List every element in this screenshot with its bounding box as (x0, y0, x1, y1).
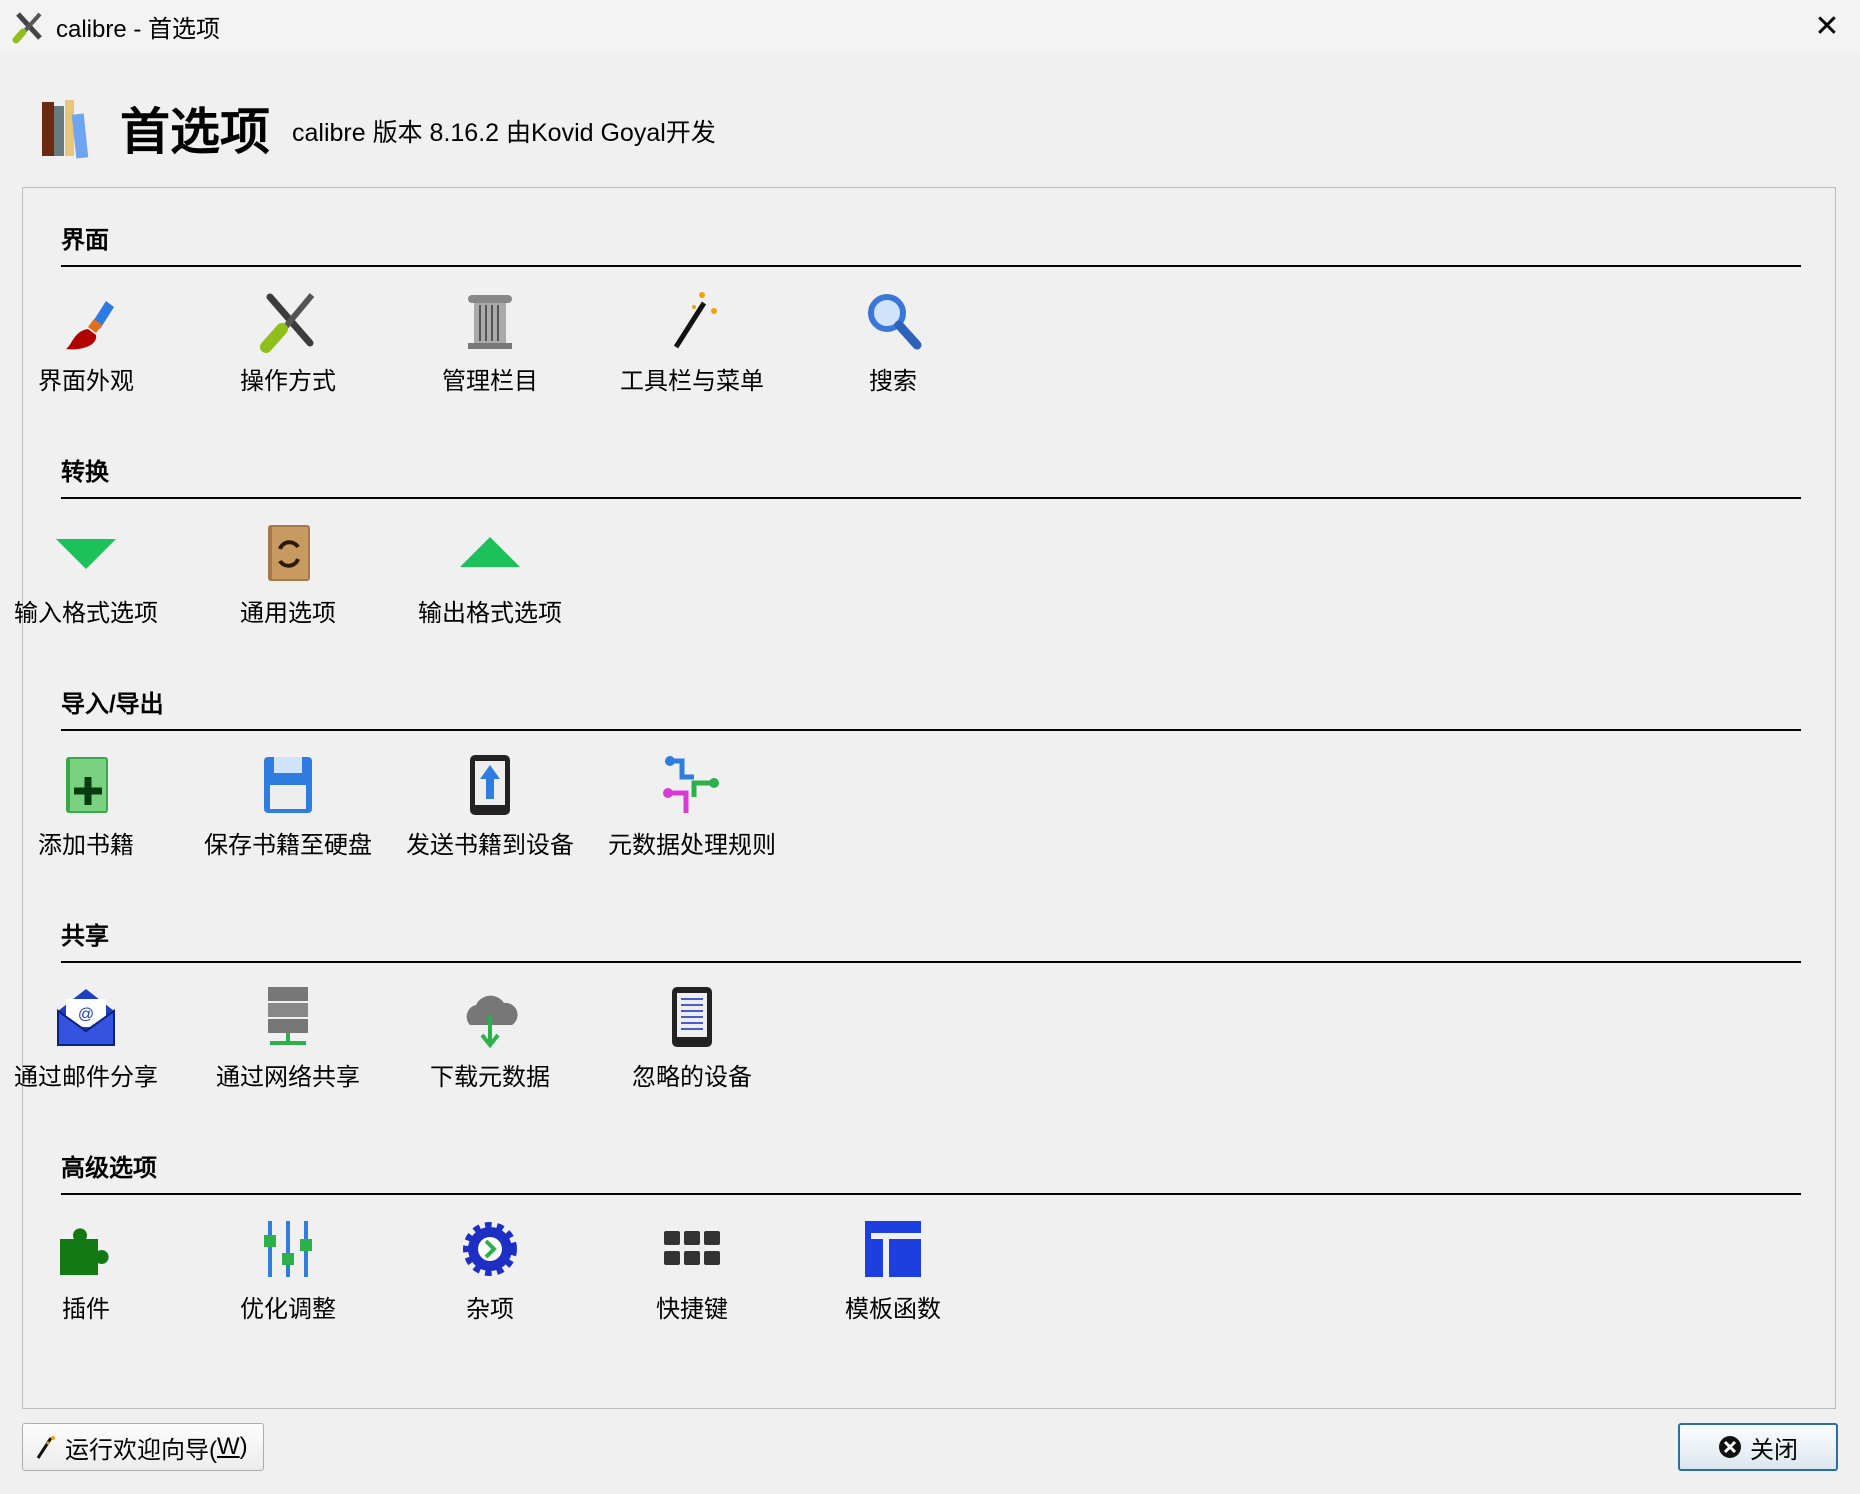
section-4: 高级选项插件 优化调整 杂项 快捷键 模板函数 (60, 1149, 1801, 1345)
wizard-shortcut: W (217, 1433, 240, 1460)
section-title: 共享 (61, 923, 109, 950)
pref-item[interactable]: 优化调整 (188, 1217, 388, 1324)
email-icon: @ (57, 989, 115, 1046)
pref-item-label: 快捷键 (656, 1296, 728, 1323)
page-header: 首选项 calibre 版本 8.16.2 由Kovid Goyal开发 (40, 92, 716, 164)
window-close-button[interactable]: ✕ (1804, 4, 1850, 48)
pref-item-label: 管理栏目 (442, 368, 538, 395)
pref-item[interactable]: 下载元数据 (390, 985, 590, 1092)
pref-item-label: 元数据处理规则 (608, 832, 776, 859)
pref-item-label: 输入格式选项 (14, 600, 158, 627)
pref-item[interactable]: 输出格式选项 (390, 521, 590, 628)
arrow-up-icon (460, 537, 520, 567)
section-2: 导入/导出添加书籍 保存书籍至硬盘 发送书籍到设备 元数据处理规则 (38, 685, 1801, 881)
pref-item-label: 忽略的设备 (632, 1064, 752, 1091)
pref-item[interactable]: 操作方式 (188, 289, 388, 396)
pref-item[interactable]: 输入格式选项 (0, 521, 186, 628)
version-info: calibre 版本 8.16.2 由Kovid Goyal开发 (292, 119, 716, 147)
pref-item[interactable]: 添加书籍 (0, 753, 186, 860)
pref-item[interactable]: 通用选项 (188, 521, 388, 628)
search-icon (868, 294, 922, 350)
cloud-download-icon (466, 995, 518, 1049)
pref-item-label: 通用选项 (240, 600, 336, 627)
preferences-panel: 界面界面外观 操作方式 管理栏目 工具栏与菜单 搜索转换输入格式选项 通用选项 输出格式选项… (14, 187, 1836, 1409)
puzzle-icon (60, 1228, 109, 1275)
pref-item-label: 添加书籍 (38, 832, 134, 859)
page-title: 首选项 (120, 104, 270, 160)
save-disk-icon (264, 757, 312, 813)
metadata-rules-icon (663, 756, 719, 813)
pref-item[interactable]: 杂项 (390, 1217, 590, 1324)
pref-item[interactable]: @ 通过邮件分享 (0, 985, 186, 1092)
column-icon (468, 295, 512, 349)
pref-item[interactable]: 搜索 (793, 289, 993, 396)
wizard-label-end: ) (239, 1433, 248, 1460)
close-label: 关闭 (1750, 1436, 1798, 1464)
pref-item-label: 下载元数据 (430, 1064, 550, 1091)
section-title: 界面 (61, 227, 109, 254)
section-title: 转换 (61, 459, 109, 486)
magic-wand-icon (36, 1436, 55, 1459)
pref-item-label: 工具栏与菜单 (620, 368, 764, 395)
keyboard-icon (664, 1231, 720, 1265)
pref-item-label: 输出格式选项 (418, 600, 562, 627)
convert-book-icon (268, 525, 310, 581)
paintbrush-icon (66, 301, 114, 350)
run-welcome-wizard-button[interactable]: 运行欢迎向导(W) (22, 1423, 264, 1471)
pref-item-label: 通过网络共享 (216, 1064, 360, 1091)
section-title: 导入/导出 (61, 691, 164, 718)
pref-item[interactable]: 工具栏与菜单 (592, 289, 792, 396)
gear-icon (463, 1222, 517, 1276)
window-title: calibre - 首选项 (56, 16, 221, 43)
server-icon (268, 987, 308, 1045)
magic-wand-icon (673, 292, 717, 349)
section-3: 共享 @ 通过邮件分享 通过网络共享 下载元数据 忽略的设备 (14, 917, 1801, 1113)
pref-item[interactable]: 保存书籍至硬盘 (188, 753, 388, 860)
pref-item-label: 搜索 (869, 368, 917, 395)
pref-item[interactable]: 管理栏目 (390, 289, 590, 396)
template-icon (865, 1221, 921, 1277)
pref-item-label: 操作方式 (240, 368, 336, 395)
pref-item-label: 模板函数 (845, 1296, 941, 1323)
section-1: 转换输入格式选项 通用选项 输出格式选项 (14, 453, 1801, 649)
calibre-logo-icon (42, 100, 89, 159)
tools-icon (12, 11, 42, 43)
pref-item[interactable]: 发送书籍到设备 (390, 753, 590, 860)
section-0: 界面界面外观 操作方式 管理栏目 工具栏与菜单 搜索 (38, 221, 1801, 417)
tools-icon (260, 293, 315, 353)
pref-item[interactable]: 元数据处理规则 (592, 753, 792, 860)
pref-item[interactable]: 快捷键 (592, 1217, 792, 1324)
section-title: 高级选项 (61, 1155, 157, 1182)
pref-item-label: 保存书籍至硬盘 (204, 832, 372, 859)
ereader-icon (672, 987, 712, 1047)
pref-item[interactable]: 界面外观 (0, 289, 186, 396)
pref-item-label: 插件 (62, 1296, 110, 1323)
arrow-down-icon (56, 539, 116, 569)
send-device-icon (470, 755, 510, 815)
sliders-icon (264, 1221, 312, 1277)
pref-item-label: 优化调整 (240, 1296, 336, 1323)
pref-item[interactable]: 模板函数 (793, 1217, 993, 1324)
pref-item[interactable]: 忽略的设备 (592, 985, 792, 1092)
title-bar: calibre - 首选项 ✕ (0, 0, 1860, 53)
close-circle-icon (1719, 1436, 1741, 1458)
pref-item-label: 杂项 (466, 1296, 514, 1323)
pref-item[interactable]: 插件 (0, 1217, 186, 1324)
pref-item-label: 通过邮件分享 (14, 1064, 158, 1091)
pref-item-label: 发送书籍到设备 (406, 832, 574, 859)
svg-text:@: @ (78, 1006, 94, 1023)
wizard-label: 运行欢迎向导( (65, 1436, 217, 1464)
pref-item-label: 界面外观 (38, 368, 134, 395)
pref-item[interactable]: 通过网络共享 (188, 985, 388, 1092)
close-button[interactable]: 关闭 (1678, 1423, 1838, 1471)
add-book-icon (66, 757, 108, 813)
